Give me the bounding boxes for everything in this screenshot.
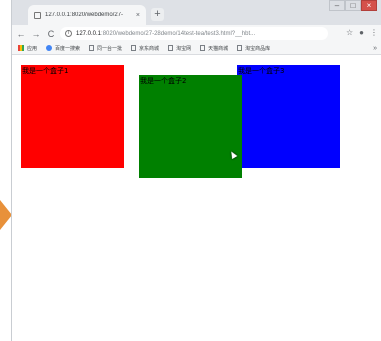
bookmark-item[interactable]: 同一台一批 [89, 45, 122, 52]
browser-tab[interactable]: 127.0.0.1:8020/webdemo/27- × [28, 5, 146, 25]
bookmark-label: 百度一搜索 [55, 45, 81, 52]
bookmark-star-icon[interactable]: ☆ [346, 27, 353, 39]
page-viewport: 我是一个盒子1 我是一个盒子3 我是一个盒子2 [12, 55, 381, 341]
bookmark-label: 同一台一批 [97, 45, 123, 52]
bookmark-label: 淘宝网 [176, 45, 192, 52]
account-icon[interactable]: ● [359, 27, 364, 39]
toolbar-actions: ☆ ● ⋮ [346, 27, 378, 39]
url-host: 127.0.0.1 [76, 30, 102, 37]
maximize-button[interactable]: □ [345, 0, 361, 11]
page-icon [168, 45, 174, 51]
bookmarks-bar: 应用 百度一搜索 同一台一批 京东商城 淘宝网 天猫商城 淘宝商品库 » [12, 42, 381, 55]
box-1-label: 我是一个盒子1 [22, 67, 69, 75]
box-2-label: 我是一个盒子2 [140, 77, 187, 85]
forward-button[interactable]: → [30, 28, 42, 40]
page-icon [89, 45, 95, 51]
tab-close-icon[interactable]: × [136, 12, 140, 19]
bookmark-label: 天猫商城 [208, 45, 229, 52]
page-favicon-icon [34, 11, 41, 19]
bookmark-label: 淘宝商品库 [245, 45, 271, 52]
minimize-button[interactable]: – [329, 0, 345, 11]
page-icon [131, 45, 137, 51]
browser-window: 127.0.0.1:8020/webdemo/27- × + – □ × ← →… [11, 0, 381, 341]
bookmark-item[interactable]: 淘宝商品库 [237, 45, 270, 52]
bookmark-item[interactable]: 淘宝网 [168, 45, 191, 52]
box-3-label: 我是一个盒子3 [238, 67, 285, 75]
close-window-button[interactable]: × [361, 0, 377, 11]
bookmarks-overflow-icon[interactable]: » [373, 45, 377, 52]
reload-button[interactable]: C [45, 28, 57, 40]
page-icon [200, 45, 206, 51]
bookmark-item[interactable]: 京东商城 [131, 45, 159, 52]
new-tab-button[interactable]: + [151, 8, 164, 21]
globe-icon [46, 45, 53, 51]
window-controls: – □ × [329, 0, 377, 11]
tab-title: 127.0.0.1:8020/webdemo/27- [45, 12, 124, 18]
site-info-icon[interactable]: i [65, 30, 72, 37]
bookmark-baidu[interactable]: 百度一搜索 [46, 45, 80, 52]
bookmark-label: 应用 [27, 45, 38, 52]
back-button[interactable]: ← [15, 28, 27, 40]
box-3: 我是一个盒子3 [237, 65, 340, 168]
menu-icon[interactable]: ⋮ [370, 27, 378, 39]
url-path: :8020/webdemo/27-28demo/14test-tea/test3… [101, 30, 256, 37]
apps-icon [18, 45, 24, 51]
box-2: 我是一个盒子2 [139, 75, 242, 178]
tab-strip: 127.0.0.1:8020/webdemo/27- × + – □ × [12, 0, 381, 25]
page-icon [237, 45, 243, 51]
browser-toolbar: ← → C i 127.0.0.1 :8020/webdemo/27-28dem… [12, 25, 381, 42]
box-1: 我是一个盒子1 [21, 65, 124, 168]
bookmark-label: 京东商城 [139, 45, 160, 52]
bookmark-apps[interactable]: 应用 [18, 45, 37, 52]
bookmark-item[interactable]: 天猫商城 [200, 45, 228, 52]
address-bar[interactable]: i 127.0.0.1 :8020/webdemo/27-28demo/14te… [60, 27, 328, 40]
